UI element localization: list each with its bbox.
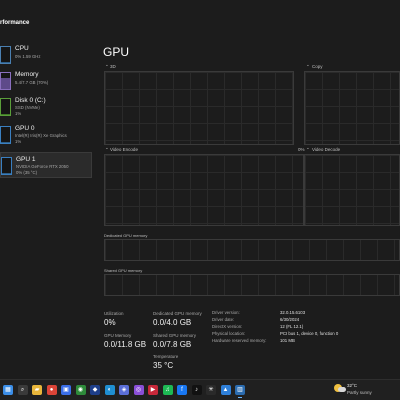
dedicated-memory-graph-label: Dedicated GPU memory — [104, 233, 148, 238]
graph-percent-video-encode: 0% — [298, 147, 305, 152]
driver-date-value: 6/30/2024 — [280, 317, 300, 322]
sidebar-item-usage: 1% — [15, 139, 22, 144]
chevron-down-icon[interactable]: ⌄ — [306, 145, 310, 151]
sidebar-item-usage: 0% (35 °C) — [16, 170, 38, 175]
utilization-value: 0% — [104, 318, 116, 327]
shared-memory-graph-label: Shared GPU memory — [104, 268, 143, 273]
gpu-memory-value: 0.0/11.8 GB — [104, 340, 147, 349]
gpu1-thumbnail-graph — [1, 157, 12, 175]
copilot-icon[interactable]: ◈ — [119, 385, 129, 395]
window-title: rformance — [0, 20, 30, 26]
facebook-icon[interactable]: f — [177, 385, 187, 395]
graph-label-video-decode[interactable]: Video Decode — [312, 147, 340, 152]
directx-version-value: 12 (FL 12.1) — [280, 324, 304, 329]
shared-memory-label: Shared GPU memory — [153, 333, 197, 338]
chrome-icon[interactable]: ● — [46, 385, 57, 395]
engine-graph-video-decode — [304, 154, 400, 226]
dedicated-memory-value: 0.0/4.0 GB — [153, 318, 192, 327]
sidebar-item-label: GPU 1 — [16, 156, 36, 163]
edge-icon[interactable]: ◐ — [104, 385, 115, 395]
gpu0-thumbnail-graph — [0, 126, 11, 144]
taskbar: ▦ ⌕ ▰ ● ▣ ◉ ◆ ◐ ◈ ◎ ▶ ♫ f ♪ ✳ ▲ ▥ 32°C Partly sunny — [0, 379, 400, 400]
disk-level-fill — [1, 114, 10, 115]
task-manager-icon[interactable]: ▥ — [235, 385, 245, 398]
spotify-icon[interactable]: ♫ — [162, 385, 173, 395]
driver-date-key: Driver date: — [212, 317, 235, 322]
cpu-thumbnail-graph — [0, 46, 11, 64]
engine-graph-3d — [104, 71, 294, 145]
utilization-label: Utilization — [104, 311, 124, 316]
memory-thumbnail-graph — [0, 72, 11, 90]
sidebar-item-usage: 1% — [15, 111, 22, 116]
page-title: GPU — [103, 45, 130, 59]
sidebar-item-gpu1[interactable]: GPU 1 NVIDIA GeForce RTX 2050 0% (35 °C) — [0, 152, 92, 178]
physical-location-key: Physical location: — [212, 331, 246, 336]
sidebar-item-label: CPU — [15, 45, 29, 52]
shared-memory-graph — [104, 274, 400, 296]
sidebar-item-detail: SSD (NVMe) — [15, 105, 40, 110]
shared-memory-value: 0.0/7.8 GB — [153, 340, 192, 349]
sidebar-item-label: Disk 0 (C:) — [15, 97, 46, 104]
weather-temperature[interactable]: 32°C — [347, 383, 357, 388]
sidebar-item-detail: Intel(R) Iris(R) Xe Graphics — [15, 133, 67, 138]
disk-thumbnail-graph — [0, 98, 11, 116]
cpu-level-fill — [1, 62, 10, 63]
store-icon[interactable]: ▣ — [61, 385, 71, 395]
graph-label-copy[interactable]: Copy — [312, 64, 323, 69]
gpu1-level-fill — [2, 173, 11, 174]
dedicated-memory-graph — [104, 239, 400, 261]
search-icon[interactable]: ⌕ — [17, 385, 28, 395]
sidebar-item-label: GPU 0 — [15, 125, 35, 132]
xbox-icon[interactable]: ◉ — [75, 385, 86, 395]
chevron-down-icon[interactable]: ⌄ — [105, 145, 109, 151]
dedicated-memory-label: Dedicated GPU memory — [153, 311, 202, 316]
driver-version-key: Driver version: — [212, 310, 240, 315]
photos-icon[interactable]: ▲ — [220, 385, 231, 395]
file-explorer-icon[interactable]: ▰ — [32, 385, 42, 395]
sidebar-item-gpu0[interactable]: GPU 0 Intel(R) Iris(R) Xe Graphics 1% — [0, 122, 92, 148]
hardware-reserved-memory-key: Hardware reserved memory: — [212, 338, 267, 343]
engine-graph-video-encode — [104, 154, 304, 226]
memory-level-fill — [1, 77, 10, 89]
chatgpt-icon[interactable]: ✳ — [206, 385, 216, 395]
graph-label-3d[interactable]: 3D — [110, 64, 116, 69]
graph-label-video-encode[interactable]: Video Encode — [110, 147, 138, 152]
chevron-down-icon[interactable]: ⌄ — [306, 62, 310, 68]
sidebar-item-disk[interactable]: Disk 0 (C:) SSD (NVMe) 1% — [0, 94, 92, 120]
sidebar-item-detail: 5.4/7.7 GB (70%) — [15, 80, 49, 85]
physical-location-value: PCI bus 1, device 0, function 0 — [280, 331, 339, 336]
hardware-reserved-memory-value: 101 MB — [280, 338, 295, 343]
weather-cloud-icon — [338, 387, 346, 392]
sidebar-item-cpu[interactable]: CPU 0% 1.59 GHz — [0, 42, 92, 68]
messenger-icon[interactable]: ◎ — [133, 385, 144, 395]
temperature-label: Temperature — [153, 354, 179, 359]
gpu0-level-fill — [1, 142, 10, 143]
temperature-value: 35 °C — [153, 361, 174, 370]
app-icon[interactable]: ◆ — [90, 385, 100, 395]
chevron-down-icon[interactable]: ⌄ — [105, 62, 109, 68]
sidebar-item-detail: NVIDIA GeForce RTX 2050 — [16, 164, 69, 169]
start-icon[interactable]: ▦ — [3, 385, 13, 395]
directx-version-key: DirectX version: — [212, 324, 243, 329]
tiktok-icon[interactable]: ♪ — [191, 385, 202, 395]
sidebar-item-memory[interactable]: Memory 5.4/7.7 GB (70%) — [0, 68, 92, 94]
engine-graph-copy — [304, 71, 400, 145]
gpu-memory-label: GPU Memory — [104, 333, 132, 338]
weather-condition[interactable]: Partly sunny — [347, 390, 372, 395]
sidebar-item-detail: 0% 1.59 GHz — [15, 54, 41, 59]
sidebar-item-label: Memory — [15, 71, 39, 78]
media-icon[interactable]: ▶ — [148, 385, 158, 395]
driver-version-value: 32.0.15.6103 — [280, 310, 306, 315]
